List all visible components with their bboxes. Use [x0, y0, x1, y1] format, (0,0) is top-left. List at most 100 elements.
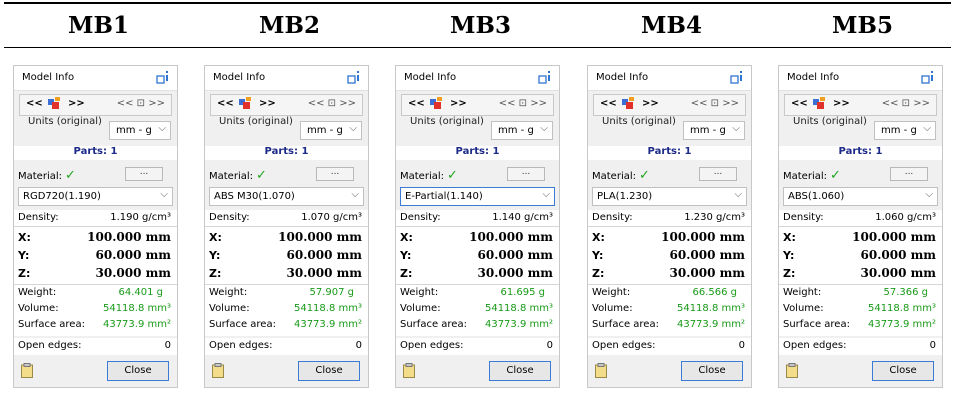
metrics-box: Weight: 64.401 g Volume: 54118.8 mm³ Sur… — [14, 285, 177, 336]
clipboard-icon[interactable] — [212, 363, 224, 378]
clipboard-icon[interactable] — [21, 363, 33, 378]
open-edges-label: Open edges: — [783, 340, 847, 351]
z-dimension-value: 30.000 mm — [95, 266, 172, 280]
material-value: PLA(1.230) — [597, 191, 653, 202]
close-button[interactable]: Close — [489, 361, 551, 381]
part-navigation-bar: << >> << ⊡ >> — [19, 94, 172, 116]
part-color-icon[interactable] — [811, 96, 827, 112]
close-button[interactable]: Close — [872, 361, 934, 381]
open-edges-value: 0 — [929, 340, 936, 351]
group-navigation[interactable]: << ⊡ >> — [499, 98, 547, 109]
clipboard-icon[interactable] — [786, 363, 798, 378]
material-select[interactable]: ABS M30(1.070) ⌵ — [209, 187, 364, 206]
model-info-panel-mb3: Model Info << >> << ⊡ >> Units (original… — [395, 65, 560, 388]
part-navigation-bar: << >> << ⊡ >> — [784, 94, 937, 116]
chevron-down-icon: ⌵ — [158, 123, 166, 134]
group-navigation[interactable]: << ⊡ >> — [308, 98, 356, 109]
material-browse-button[interactable]: ... — [507, 167, 545, 181]
part-color-icon[interactable] — [428, 96, 444, 112]
close-button[interactable]: Close — [298, 361, 360, 381]
material-select[interactable]: PLA(1.230) ⌵ — [592, 187, 747, 206]
surface-area-label: Surface area: — [783, 319, 850, 330]
density-value: 1.140 g/cm³ — [492, 212, 553, 223]
x-dimension-value: 100.000 mm — [87, 230, 171, 244]
density-label: Density: — [400, 212, 441, 223]
y-label: Y: — [592, 249, 604, 262]
next-part-button[interactable]: >> — [833, 98, 850, 109]
open-edges-row: Open edges: 0 — [588, 338, 751, 355]
panel-titlebar: Model Info — [205, 66, 368, 91]
dimensions-box: X: 100.000 mm Y: 60.000 mm Z: 30.000 mm — [396, 226, 559, 285]
check-icon: ✓ — [639, 168, 650, 183]
surface-area-value: 43773.9 mm² — [102, 319, 171, 330]
y-label: Y: — [783, 249, 795, 262]
surface-area-label: Surface area: — [18, 319, 85, 330]
units-select[interactable]: mm - g ⌵ — [491, 121, 553, 140]
next-part-button[interactable]: >> — [642, 98, 659, 109]
units-select[interactable]: mm - g ⌵ — [683, 121, 745, 140]
previous-part-button[interactable]: << — [408, 98, 425, 109]
chevron-down-icon: ⌵ — [160, 189, 168, 200]
part-color-icon[interactable] — [620, 96, 636, 112]
weight-value: 61.695 g — [500, 287, 545, 298]
clipboard-icon[interactable] — [595, 363, 607, 378]
y-dimension-value: 60.000 mm — [669, 248, 746, 262]
previous-part-button[interactable]: << — [26, 98, 43, 109]
panel-footer: Close — [396, 356, 559, 387]
density-row: Density: 1.060 g/cm³ — [779, 210, 942, 226]
material-value: ABS M30(1.070) — [214, 191, 295, 202]
check-icon: ✓ — [830, 168, 841, 183]
chevron-down-icon: ⌵ — [542, 189, 550, 200]
group-navigation[interactable]: << ⊡ >> — [691, 98, 739, 109]
close-button[interactable]: Close — [107, 361, 169, 381]
part-color-icon[interactable] — [237, 96, 253, 112]
material-browse-button[interactable]: ... — [890, 167, 928, 181]
chevron-down-icon: ⌵ — [925, 189, 933, 200]
volume-value: 54118.8 mm³ — [293, 303, 362, 314]
open-edges-row: Open edges: 0 — [396, 338, 559, 355]
density-label: Density: — [209, 212, 250, 223]
part-color-icon[interactable] — [46, 96, 62, 112]
units-select[interactable]: mm - g ⌵ — [109, 121, 171, 140]
material-select[interactable]: ABS(1.060) ⌵ — [783, 187, 938, 206]
metrics-box: Weight: 57.366 g Volume: 54118.8 mm³ Sur… — [779, 285, 942, 336]
table-top-rule — [4, 2, 951, 4]
part-navigation-bar: << >> << ⊡ >> — [593, 94, 746, 116]
pin-info-icon[interactable] — [538, 70, 552, 84]
surface-area-value: 43773.9 mm² — [676, 319, 745, 330]
material-select[interactable]: E-Partial(1.140) ⌵ — [400, 187, 555, 206]
next-part-button[interactable]: >> — [68, 98, 85, 109]
pin-info-icon[interactable] — [730, 70, 744, 84]
next-part-button[interactable]: >> — [259, 98, 276, 109]
next-part-button[interactable]: >> — [450, 98, 467, 109]
material-browse-button[interactable]: ... — [125, 167, 163, 181]
material-value: ABS(1.060) — [788, 191, 845, 202]
units-select[interactable]: mm - g ⌵ — [874, 121, 936, 140]
pin-info-icon[interactable] — [347, 70, 361, 84]
parts-count: Parts: 1 — [588, 146, 751, 160]
units-select[interactable]: mm - g ⌵ — [300, 121, 362, 140]
chevron-down-icon: ⌵ — [540, 123, 548, 134]
previous-part-button[interactable]: << — [791, 98, 808, 109]
check-icon: ✓ — [256, 168, 267, 183]
y-label: Y: — [18, 249, 30, 262]
close-button[interactable]: Close — [681, 361, 743, 381]
material-select[interactable]: RGD720(1.190) ⌵ — [18, 187, 173, 206]
table-header-rule — [4, 47, 951, 48]
pin-info-icon[interactable] — [921, 70, 935, 84]
panel-title: Model Info — [213, 72, 266, 83]
x-label: X: — [209, 231, 222, 244]
column-header-mb1: MB1 — [68, 12, 129, 39]
clipboard-icon[interactable] — [403, 363, 415, 378]
previous-part-button[interactable]: << — [600, 98, 617, 109]
parts-count: Parts: 1 — [396, 146, 559, 160]
group-navigation[interactable]: << ⊡ >> — [882, 98, 930, 109]
group-navigation[interactable]: << ⊡ >> — [117, 98, 165, 109]
column-header-mb3: MB3 — [450, 12, 511, 39]
material-browse-button[interactable]: ... — [316, 167, 354, 181]
weight-label: Weight: — [783, 287, 822, 298]
previous-part-button[interactable]: << — [217, 98, 234, 109]
x-dimension-value: 100.000 mm — [278, 230, 362, 244]
pin-info-icon[interactable] — [156, 70, 170, 84]
material-browse-button[interactable]: ... — [699, 167, 737, 181]
